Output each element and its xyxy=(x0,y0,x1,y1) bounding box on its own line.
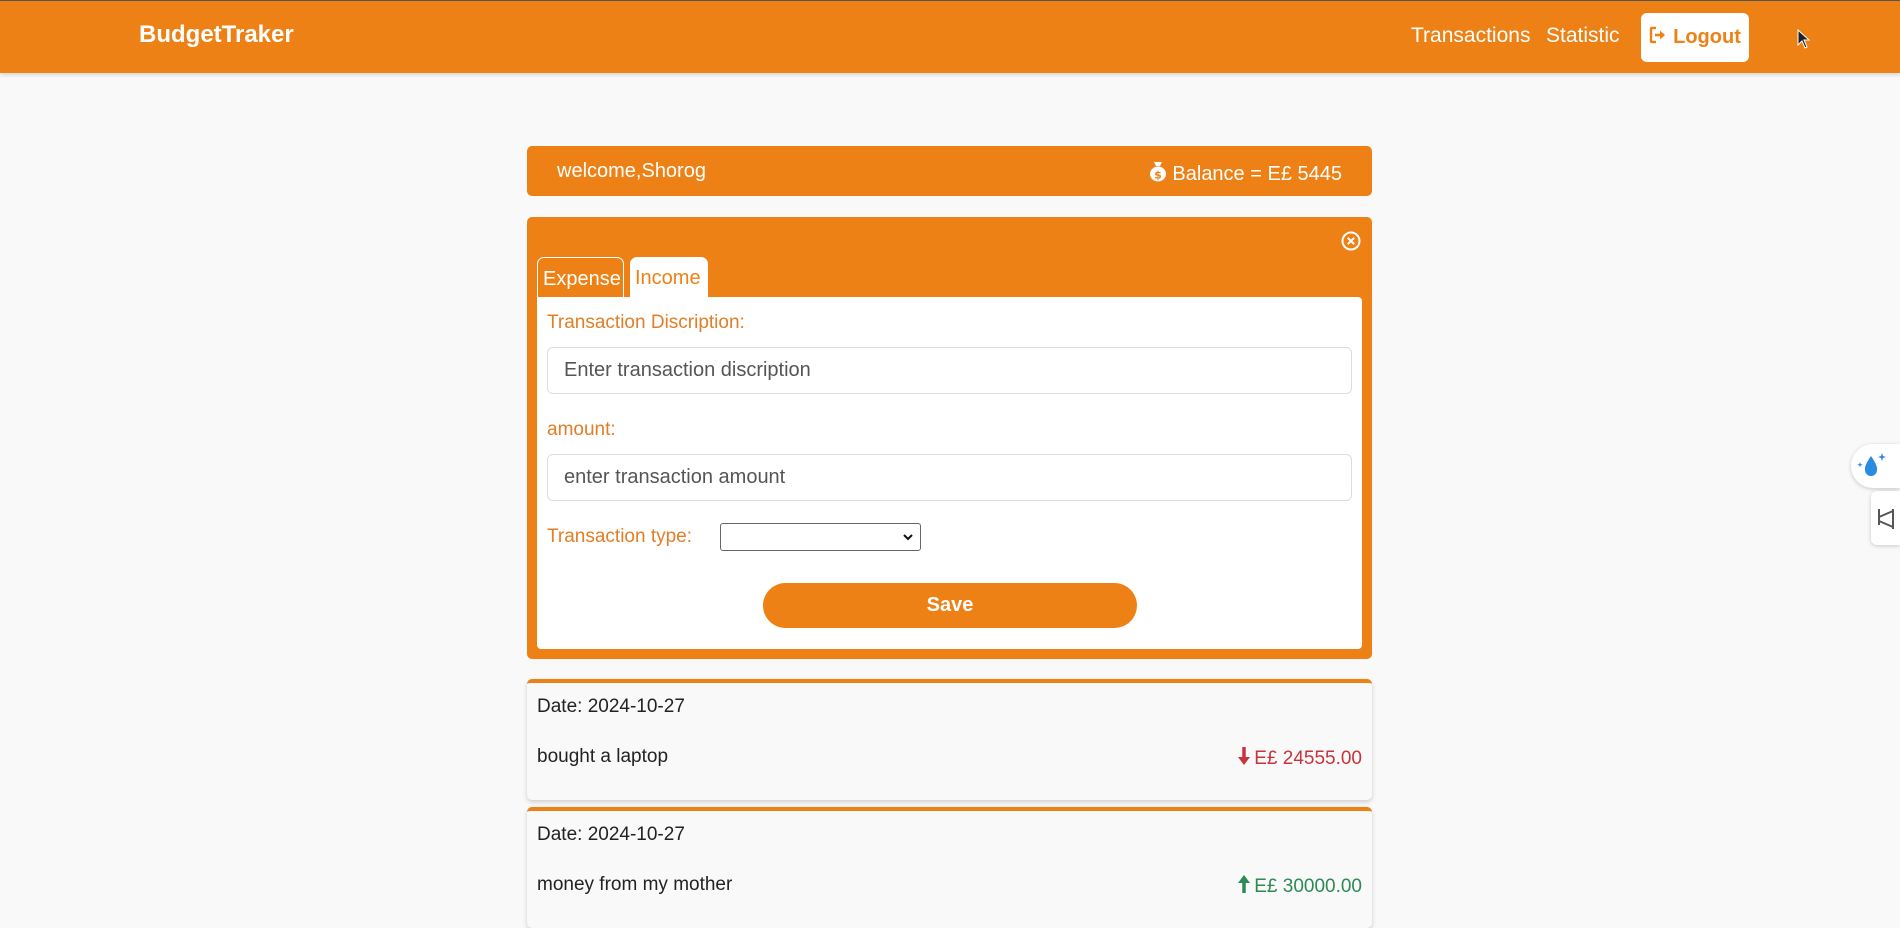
mouse-cursor-icon xyxy=(1797,28,1811,54)
transaction-type-select[interactable] xyxy=(720,523,921,551)
balance-text: Balance = E£ 5445 xyxy=(1172,162,1342,185)
transaction-item: Date: 2024-10-27 bought a laptop E£ 2455… xyxy=(527,679,1372,800)
amount-input[interactable]: enter transaction amount xyxy=(547,454,1352,501)
navbar: BudgetTraker Transactions Statistic Logo… xyxy=(0,0,1900,73)
nav-link-transactions[interactable]: Transactions xyxy=(1411,24,1530,48)
money-bag-icon: $ xyxy=(1148,160,1168,188)
transaction-item: Date: 2024-10-27 money from my mother E£… xyxy=(527,807,1372,928)
arrow-up-icon xyxy=(1237,874,1251,900)
transaction-amount-value: E£ 24555.00 xyxy=(1254,748,1362,769)
description-label: Transaction Discription: xyxy=(547,312,745,333)
logout-label: Logout xyxy=(1673,26,1741,48)
svg-text:$: $ xyxy=(1155,169,1163,182)
transaction-description: money from my mother xyxy=(537,874,733,895)
brand-logo[interactable]: BudgetTraker xyxy=(139,21,294,49)
extension-widget-button[interactable] xyxy=(1851,444,1900,488)
close-icon[interactable] xyxy=(1341,231,1361,251)
arrow-down-icon xyxy=(1237,746,1251,772)
transaction-amount: E£ 30000.00 xyxy=(1237,874,1362,900)
transaction-amount: E£ 24555.00 xyxy=(1237,746,1362,772)
extension-side-tab[interactable] xyxy=(1871,491,1900,545)
transaction-date: Date: 2024-10-27 xyxy=(537,696,685,717)
transaction-description: bought a laptop xyxy=(537,746,669,767)
logout-icon xyxy=(1649,26,1668,50)
amount-label: amount: xyxy=(547,419,616,440)
tab-expense[interactable]: Expense xyxy=(537,257,624,297)
transaction-type-label: Transaction type: xyxy=(547,526,693,547)
welcome-greeting: welcome,Shorog xyxy=(557,160,706,182)
welcome-bar: welcome,Shorog $ Balance = E£ 5445 xyxy=(527,146,1372,196)
transaction-date: Date: 2024-10-27 xyxy=(537,824,685,845)
nav-link-statistic[interactable]: Statistic xyxy=(1546,24,1620,48)
tab-income[interactable]: Income xyxy=(630,257,708,297)
sparkle-drop-icon xyxy=(1851,453,1895,492)
logout-button[interactable]: Logout xyxy=(1641,13,1749,62)
form-body: Transaction Discription: Enter transacti… xyxy=(537,297,1362,649)
transaction-form-card: Expense Income Transaction Discription: … xyxy=(527,217,1372,659)
balance-display: $ Balance = E£ 5445 xyxy=(1148,160,1342,188)
description-input[interactable]: Enter transaction discription xyxy=(547,347,1352,394)
chevron-down-icon xyxy=(902,530,914,548)
transaction-amount-value: E£ 30000.00 xyxy=(1254,876,1362,897)
save-button[interactable]: Save xyxy=(763,583,1137,628)
resize-icon xyxy=(1871,509,1900,549)
